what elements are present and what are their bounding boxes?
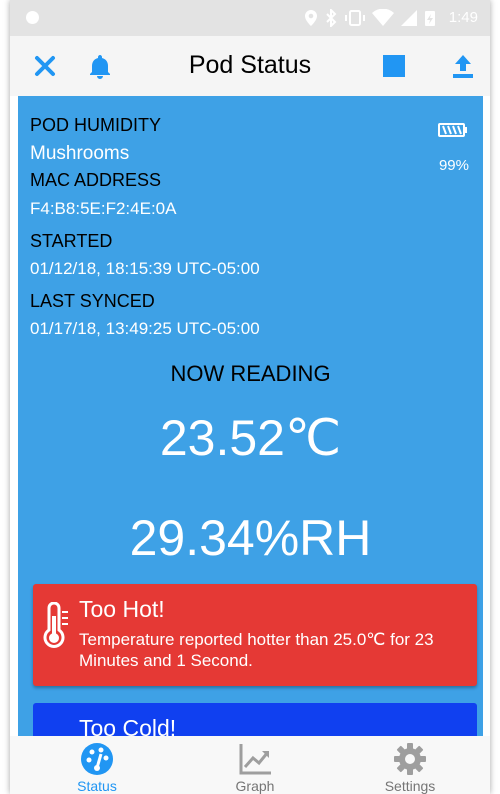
chart-icon [239, 744, 271, 775]
nav-graph[interactable]: Graph [195, 736, 315, 794]
alert-title: Too Hot! [79, 596, 165, 622]
gear-icon [394, 743, 426, 775]
page-title: Pod Status [188, 51, 312, 79]
humidity-label: POD HUMIDITY [30, 115, 162, 135]
alert-title: Too Cold! [79, 715, 177, 736]
app-frame: 1:49 Pod Status POD HUMIDITY Mushrooms M… [10, 0, 490, 794]
alert-too-hot[interactable]: Too Hot! Temperature reported hotter tha… [33, 584, 477, 686]
cold-icon [39, 721, 73, 736]
app-toolbar: Pod Status [10, 36, 490, 96]
wifi-icon [372, 9, 394, 26]
upload-icon[interactable] [450, 52, 476, 80]
now-reading-title: NOW READING [170, 361, 331, 386]
vibrate-icon [345, 10, 365, 26]
close-icon[interactable] [32, 53, 58, 79]
status-content: POD HUMIDITY Mushrooms MAC ADDRESS F4:B8… [18, 96, 483, 736]
humidity-value: Mushrooms [30, 143, 130, 164]
bell-icon[interactable] [86, 52, 114, 80]
thermometer-icon [43, 602, 68, 648]
nav-label-status: Status [77, 778, 117, 794]
nav-label-settings: Settings [384, 778, 436, 794]
alert-message: Temperature reported hotter than 25.0℃ f… [79, 630, 434, 670]
battery-charging-icon [425, 11, 435, 26]
battery-percent: 99% [438, 157, 469, 174]
battery-icon [438, 123, 467, 137]
nav-status[interactable]: Status [37, 736, 157, 794]
alert-too-cold[interactable]: Too Cold! [33, 703, 477, 736]
mac-value: F4:B8:5E:F2:4E:0A [30, 199, 177, 218]
mac-label: MAC ADDRESS [30, 170, 162, 190]
stop-button[interactable] [383, 55, 405, 77]
status-icons [304, 8, 436, 28]
speedometer-icon [81, 743, 113, 775]
signal-icon [401, 10, 417, 26]
bluetooth-icon [326, 9, 337, 27]
humidity-reading: 29.34%RH [129, 510, 372, 566]
synced-label: LAST SYNCED [30, 291, 155, 311]
system-status-bar: 1:49 [10, 0, 490, 36]
nav-settings[interactable]: Settings [350, 736, 470, 794]
notification-dot-icon [26, 11, 39, 24]
temperature-reading: 23.52℃ [159, 410, 342, 466]
started-label: STARTED [30, 231, 113, 251]
location-icon [305, 10, 317, 26]
nav-label-graph: Graph [235, 778, 275, 794]
bottom-navigation: Status Graph Settings [10, 736, 490, 794]
started-value: 01/12/18, 18:15:39 UTC-05:00 [30, 259, 260, 278]
synced-value: 01/17/18, 13:49:25 UTC-05:00 [30, 319, 260, 338]
clock: 1:49 [448, 9, 478, 26]
